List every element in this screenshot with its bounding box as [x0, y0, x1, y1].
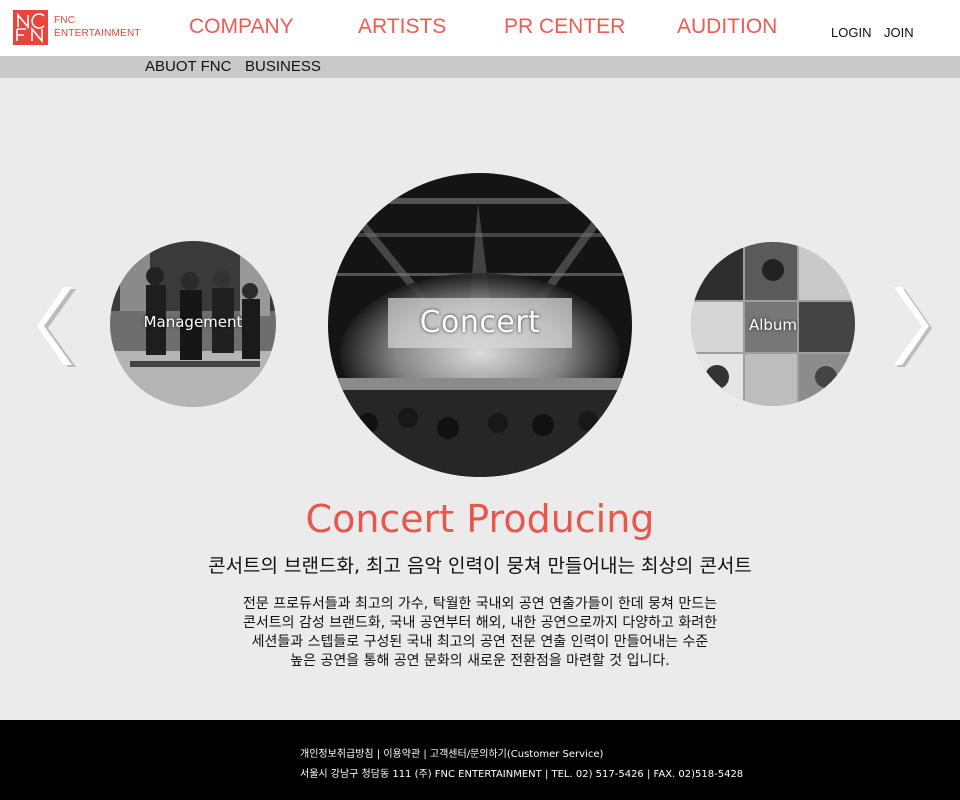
- description-line: 높은 공연을 통해 공연 문화의 새로운 전환점을 마련할 것 입니다.: [290, 653, 670, 669]
- concert-slide[interactable]: Concert: [328, 173, 632, 477]
- section-description: 전문 프로듀서들과 최고의 가수, 탁월한 국내외 공연 연출가들이 한데 뭉쳐…: [0, 595, 960, 671]
- header: FNC ENTERTAINMENT COMPANY ARTISTS PR CEN…: [0, 0, 960, 56]
- chevron-right-icon[interactable]: [888, 285, 932, 367]
- section-title: Concert Producing: [305, 497, 655, 541]
- description-line: 세션들과 스텝들로 구성된 국내 최고의 공연 전문 연출 인력이 만들어내는 …: [251, 634, 709, 650]
- logo-text: FNC ENTERTAINMENT: [54, 14, 141, 40]
- nav-audition[interactable]: AUDITION: [677, 15, 777, 39]
- chevron-left-icon[interactable]: [34, 285, 78, 367]
- footer-privacy-link[interactable]: 개인정보취급방침: [300, 749, 374, 760]
- footer-terms-link[interactable]: 이용약관: [383, 749, 420, 760]
- logo-line-2: ENTERTAINMENT: [54, 28, 141, 39]
- nav-company[interactable]: COMPANY: [189, 15, 294, 39]
- sub-navigation: ABUOT FNC BUSINESS: [0, 56, 960, 78]
- fnc-logo-mark: [13, 9, 48, 45]
- logo-line-1: FNC: [54, 15, 76, 26]
- nav-pr-center[interactable]: PR CENTER: [504, 15, 625, 39]
- nav-artists[interactable]: ARTISTS: [358, 15, 446, 39]
- album-photo: [691, 242, 855, 406]
- join-link[interactable]: JOIN: [884, 25, 914, 40]
- description-line: 전문 프로듀서들과 최고의 가수, 탁월한 국내외 공연 연출가들이 한데 뭉쳐…: [243, 596, 717, 612]
- login-link[interactable]: LOGIN: [831, 25, 871, 40]
- subnav-about-fnc[interactable]: ABUOT FNC: [145, 58, 231, 75]
- concert-photo: [328, 173, 632, 477]
- footer-address: 서울시 강남구 청담동 111 (주) FNC ENTERTAINMENT | …: [300, 769, 744, 780]
- management-slide[interactable]: Management: [110, 241, 276, 407]
- fnc-logo[interactable]: FNC ENTERTAINMENT: [13, 8, 141, 46]
- footer-customer-service-link[interactable]: 고객센터/문의하기(Customer Service): [430, 749, 603, 760]
- footer-links: 개인정보취급방침 | 이용약관 | 고객센터/문의하기(Customer Ser…: [300, 745, 603, 760]
- section-subtitle: 콘서트의 브랜드화, 최고 음악 인력이 뭉쳐 만들어내는 최상의 콘서트: [208, 555, 752, 577]
- description-line: 콘서트의 감성 브랜드화, 국내 공연부터 해외, 내한 공연으로까지 다양하고…: [243, 615, 717, 631]
- album-slide[interactable]: Album: [691, 242, 855, 406]
- management-photo: [110, 241, 276, 407]
- footer: 개인정보취급방침 | 이용약관 | 고객센터/문의하기(Customer Ser…: [0, 720, 960, 800]
- subnav-business[interactable]: BUSINESS: [245, 58, 321, 75]
- footer-separator: |: [373, 749, 384, 760]
- footer-separator: |: [420, 749, 430, 760]
